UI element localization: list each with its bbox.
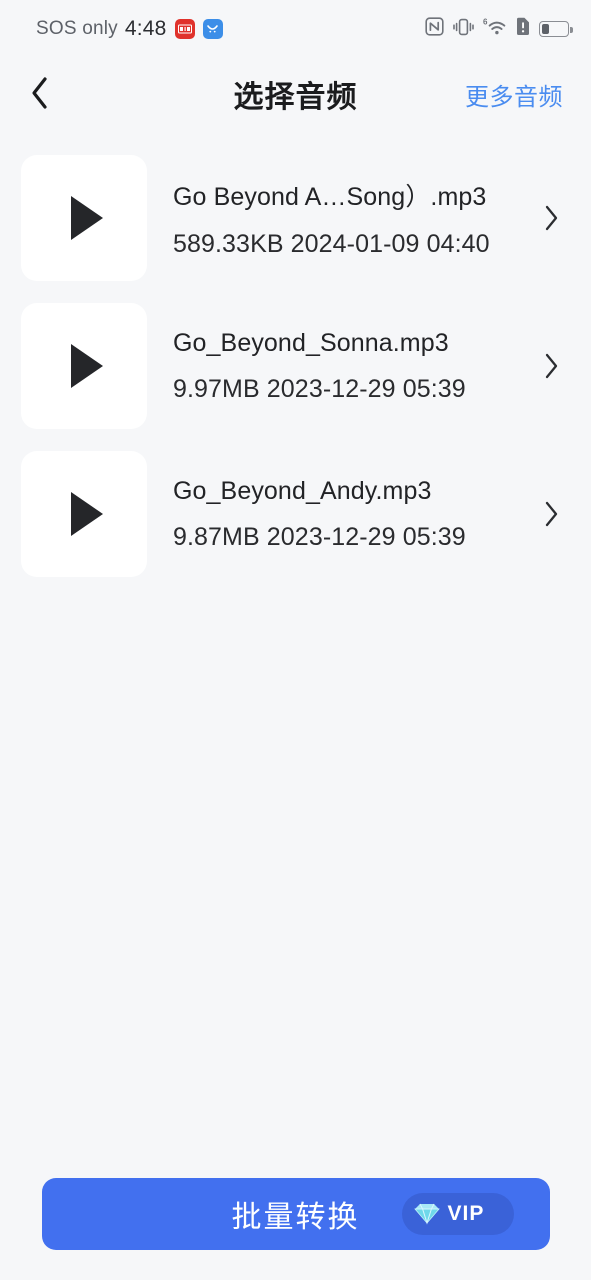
audio-file-meta: 9.87MB 2023-12-29 05:39 [173, 522, 466, 551]
vip-badge[interactable]: VIP [401, 1193, 514, 1235]
status-bar: SOS only 4:48 6 [0, 0, 591, 58]
sim-alert-icon [516, 17, 530, 41]
status-clock: 4:48 [124, 17, 167, 40]
svg-text:6: 6 [483, 17, 488, 26]
vibrate-icon [453, 17, 474, 42]
audio-thumbnail[interactable] [21, 303, 147, 429]
nav-bar: 选择音频 更多音频 [0, 58, 591, 130]
list-item[interactable]: Go_Beyond_Andy.mp3 9.87MB 2023-12-29 05:… [0, 440, 591, 588]
batch-convert-button[interactable]: 批量转换 VIP [41, 1178, 550, 1250]
batch-convert-label: 批量转换 [231, 1201, 360, 1234]
audio-file-meta: 589.33KB 2024-01-09 04:40 [173, 230, 490, 258]
audio-file-meta: 9.97MB 2023-12-29 05:39 [173, 374, 466, 403]
play-icon [70, 196, 103, 240]
list-item-text: Go_Beyond_Sonna.mp3 9.97MB 2023-12-29 05… [147, 329, 539, 404]
battery-icon [539, 21, 573, 37]
list-item-text: Go Beyond A…Song）.mp3 589.33KB 2024-01-0… [147, 177, 539, 259]
audio-list: Go Beyond A…Song）.mp3 589.33KB 2024-01-0… [0, 130, 591, 588]
nfc-icon [425, 17, 444, 41]
chevron-left-icon [28, 73, 52, 116]
diamond-gem-icon [413, 1201, 441, 1228]
red-app-icon [174, 19, 195, 39]
blue-app-icon [202, 19, 223, 39]
list-item[interactable]: Go Beyond A…Song）.mp3 589.33KB 2024-01-0… [0, 144, 591, 292]
play-icon [70, 492, 103, 536]
more-audio-link[interactable]: 更多音频 [465, 77, 563, 112]
list-item[interactable]: Go_Beyond_Sonna.mp3 9.97MB 2023-12-29 05… [0, 292, 591, 440]
vip-label: VIP [447, 1202, 485, 1225]
list-item-text: Go_Beyond_Andy.mp3 9.87MB 2023-12-29 05:… [147, 477, 539, 552]
audio-thumbnail[interactable] [21, 155, 147, 281]
chevron-right-icon[interactable] [539, 353, 565, 379]
audio-file-name: Go_Beyond_Sonna.mp3 [173, 328, 449, 357]
wifi-6-icon: 6 [483, 17, 507, 42]
play-icon [70, 344, 103, 388]
battery-fill [542, 24, 550, 34]
chevron-right-icon[interactable] [539, 205, 565, 231]
chevron-right-icon[interactable] [539, 501, 565, 527]
back-button[interactable] [28, 72, 72, 116]
carrier-label: SOS only [36, 18, 118, 39]
status-bar-right: 6 [425, 17, 573, 42]
status-bar-left: SOS only 4:48 [36, 17, 223, 41]
bottom-action-bar: 批量转换 VIP [0, 1148, 591, 1280]
audio-file-name: Go Beyond A…Song）.mp3 [173, 183, 487, 211]
audio-thumbnail[interactable] [21, 451, 147, 577]
audio-file-name: Go_Beyond_Andy.mp3 [173, 476, 432, 505]
